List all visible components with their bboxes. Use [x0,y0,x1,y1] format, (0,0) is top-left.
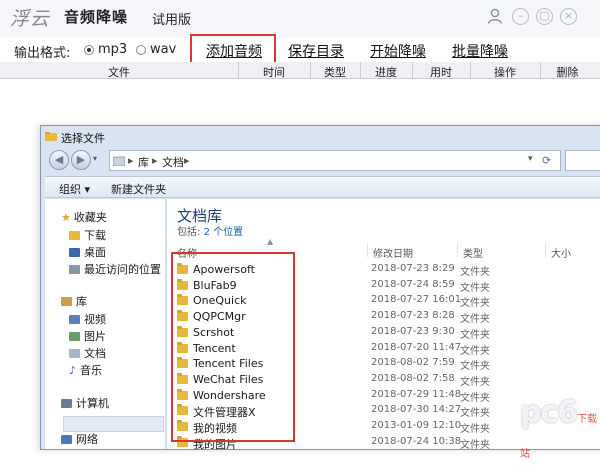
new-folder-button[interactable]: 新建文件夹 [111,181,166,197]
wav-radio[interactable] [136,45,146,55]
folder-icon [45,132,57,141]
file-modified: 2018-07-27 16:01 [371,294,462,306]
file-modified: 2018-08-02 7:59 [371,357,455,369]
file-modified: 2018-07-29 11:48 [371,388,462,400]
select-file-dialog: 选择文件 ◀ ▶ ▾ ▸ 库 ▸ 文档 ▸ ▾ ⟳ 组织 ▾ 新建文件夹 ★ 收藏… [40,125,600,451]
music-icon: ♪ [69,364,77,377]
col-size[interactable]: 大小 [551,245,571,260]
file-modified: 2018-07-24 8:59 [371,278,455,290]
nav-downloads[interactable]: 下载 [69,227,106,243]
app-logo: 浮云 [10,8,51,30]
file-type: 文件夹 [460,298,490,310]
file-modified: 2018-07-20 11:47 [371,341,462,353]
video-icon [69,315,80,324]
locations-link[interactable]: 2 个位置 [204,227,244,238]
col-delete[interactable]: 删除 [540,64,595,80]
organize-menu[interactable]: 组织 ▾ [59,181,90,197]
file-type: 文件夹 [460,345,490,357]
document-icon [69,349,80,358]
file-type: 文件夹 [460,314,490,326]
file-modified: 2018-08-02 7:58 [371,372,455,384]
nav-recent-places[interactable]: 最近访问的位置 [69,261,161,277]
nav-music[interactable]: ♪ 音乐 [69,362,102,378]
maximize-icon[interactable]: ▢ [536,8,553,25]
file-modified: 2018-07-30 14:27 [371,404,462,416]
command-bar: 组织 ▾ 新建文件夹 [45,176,600,198]
pc6-watermark: pc6下载站 [520,395,598,460]
file-type: 文件夹 [460,282,490,294]
col-action[interactable]: 操作 [470,64,540,80]
start-denoise-button[interactable]: 开始降噪 [370,41,426,61]
file-modified: 2018-07-23 8:29 [371,263,455,274]
col-filetype[interactable]: 类型 [463,245,483,260]
col-time[interactable]: 时间 [238,64,310,80]
dialog-title: 选择文件 [61,132,105,145]
mp3-radio-label[interactable]: mp3 [98,42,127,57]
mp3-radio[interactable] [84,45,94,55]
user-icon[interactable] [486,7,504,25]
downloads-folder-icon [69,231,80,240]
col-elapsed[interactable]: 用时 [412,64,470,80]
nav-library[interactable]: 库 [61,293,87,309]
file-table-header: 文件 时间 类型 进度 用时 操作 删除 [0,62,600,79]
close-icon[interactable]: × [560,8,577,25]
nav-pictures[interactable]: 图片 [69,328,106,344]
file-type: 文件夹 [460,267,490,278]
file-type: 文件夹 [460,392,490,404]
file-modified: 2018-07-24 10:38 [371,435,462,447]
save-directory-button[interactable]: 保存目录 [288,41,344,61]
picture-icon [69,332,80,341]
file-modified: 2018-07-23 8:28 [371,310,455,322]
format-label: 输出格式: [14,46,71,61]
minimize-icon[interactable]: – [512,8,529,25]
dialog-nav-bar: ◀ ▶ ▾ ▸ 库 ▸ 文档 ▸ ▾ ⟳ [45,148,600,174]
wav-radio-label[interactable]: wav [150,42,176,57]
library-subtitle: 包括: 2 个位置 [177,227,244,238]
address-crumb-documents[interactable]: 文档 [162,154,184,170]
app-header: 浮云 音频降噪 试用版 – ▢ × [0,0,600,38]
desktop-icon [69,248,80,257]
edition-label: 试用版 [152,13,192,28]
forward-icon[interactable]: ▶ [71,150,91,170]
network-icon [61,435,72,444]
address-dropdown-icon[interactable]: ▾ [528,154,533,164]
file-type: 文件夹 [460,408,490,420]
app-name: 音频降噪 [64,8,129,26]
refresh-icon[interactable]: ⟳ [542,154,551,167]
search-input[interactable] [565,150,600,171]
col-progress[interactable]: 进度 [360,64,412,80]
sort-up-icon: ▲ [267,237,274,246]
file-type: 文件夹 [460,439,490,451]
file-type: 文件夹 [460,361,490,373]
nav-computer[interactable]: 计算机 [61,395,109,411]
file-modified: 2018-07-23 9:30 [371,325,455,337]
file-modified: 2013-01-09 12:10 [371,420,462,431]
col-modified[interactable]: 修改日期 [373,245,413,260]
file-list-highlight [171,252,295,442]
nav-favorites[interactable]: ★ 收藏夹 [61,209,107,225]
col-file[interactable]: 文件 [0,64,238,80]
col-type[interactable]: 类型 [310,64,360,80]
toolbar: 输出格式: mp3 wav 添加音频 保存目录 开始降噪 批量降噪 [0,38,600,62]
address-bar[interactable]: ▸ 库 ▸ 文档 ▸ ▾ ⟳ [109,150,561,171]
file-type: 文件夹 [460,376,490,388]
recent-places-icon [69,265,80,274]
navigation-pane: ★收藏夹 下载 桌面 最近访问的位置 库 视频 图片 文档 ♪音乐 计算机 [45,199,166,449]
star-icon: ★ [61,211,71,224]
nav-documents[interactable]: 文档 [69,345,106,361]
file-type: 文件夹 [460,329,490,341]
library-icon [113,156,125,166]
nav-desktop[interactable]: 桌面 [69,244,106,260]
library-folder-icon [61,297,72,306]
history-chevron-icon[interactable]: ▾ [93,154,97,163]
nav-videos[interactable]: 视频 [69,311,106,327]
computer-icon [61,399,72,408]
back-icon[interactable]: ◀ [49,150,69,170]
address-crumb-library[interactable]: 库 [138,154,149,170]
file-type: 文件夹 [460,424,490,435]
batch-denoise-button[interactable]: 批量降噪 [452,41,508,61]
